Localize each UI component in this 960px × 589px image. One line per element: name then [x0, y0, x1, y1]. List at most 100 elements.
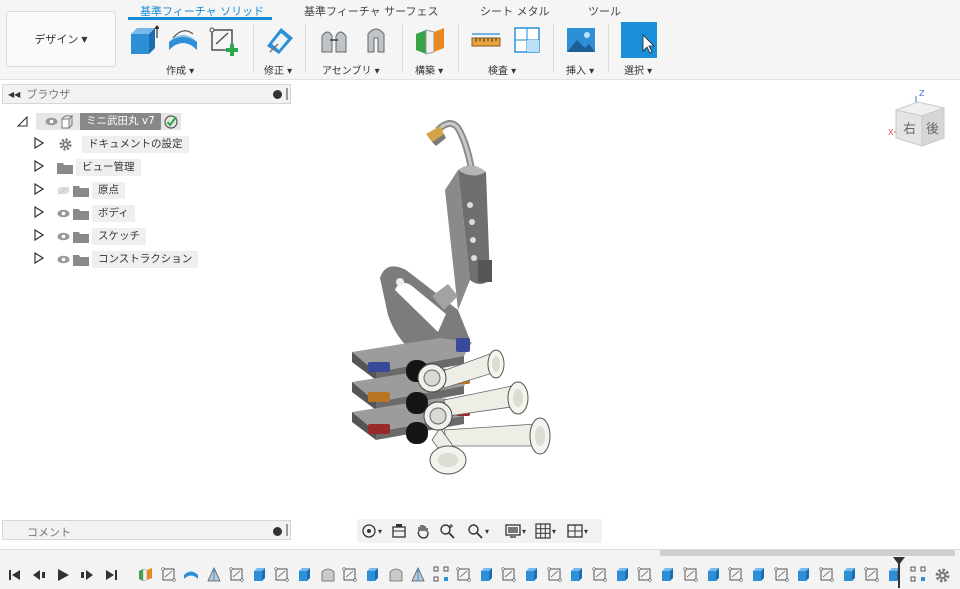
browser-item-document-settings[interactable]: ドキュメントの設定	[34, 136, 189, 153]
viewports-icon[interactable]: ▾	[567, 523, 588, 539]
timeline-feature-sketch-icon[interactable]	[274, 566, 290, 582]
viewcube-face-right[interactable]: 右	[903, 118, 916, 137]
browser-item-origin[interactable]: 原点	[34, 182, 125, 199]
timeline-feature-sketch-icon[interactable]	[456, 566, 472, 582]
go-to-end-icon[interactable]	[104, 568, 118, 582]
tab-tools[interactable]: ツール	[588, 3, 621, 19]
timeline-feature-sketch-icon[interactable]	[546, 566, 563, 582]
timeline-feature-revolve-icon[interactable]	[183, 566, 199, 582]
group-select[interactable]: 選択 ▾	[624, 62, 652, 77]
timeline-feature-extrude-icon[interactable]	[365, 566, 381, 582]
create-sketch-icon[interactable]	[208, 24, 240, 56]
add-comment-icon[interactable]	[273, 527, 282, 536]
expand-triangle-icon[interactable]	[34, 228, 46, 244]
tab-surface[interactable]: 基準フィーチャ サーフェス	[304, 3, 439, 19]
timeline-feature-sketch-icon[interactable]	[637, 566, 653, 582]
timeline-feature-pattern-icon[interactable]	[433, 566, 449, 582]
eye-icon[interactable]	[56, 205, 70, 222]
press-pull-icon[interactable]	[264, 24, 296, 56]
fit-icon[interactable]: ▾	[467, 523, 489, 539]
browser-panel-header[interactable]: ◀◀ ブラウザ	[2, 84, 291, 104]
timeline-feature-extrude-icon[interactable]	[796, 566, 812, 582]
insert-image-icon[interactable]	[565, 24, 597, 56]
timeline-feature-sketch-icon[interactable]	[773, 566, 790, 582]
select-arrow-icon[interactable]	[621, 22, 657, 58]
expand-triangle-icon[interactable]	[17, 116, 29, 127]
timeline-feature-sketch-icon[interactable]	[592, 566, 608, 582]
timeline-marker[interactable]	[898, 558, 900, 588]
timeline-feature-extrude-icon[interactable]	[297, 566, 313, 582]
collapse-panel-icon[interactable]: ◀◀	[8, 90, 20, 99]
go-to-start-icon[interactable]	[8, 568, 22, 582]
expand-triangle-icon[interactable]	[34, 136, 46, 152]
3d-model-viewport[interactable]	[340, 110, 570, 485]
step-forward-icon[interactable]	[80, 568, 94, 582]
zoom-icon[interactable]	[439, 523, 455, 539]
timeline-feature-loft-icon[interactable]	[320, 566, 336, 582]
timeline-feature-extrude-icon[interactable]	[524, 566, 540, 582]
timeline-settings-gear-icon[interactable]	[934, 567, 951, 584]
timeline-feature-extrude-icon[interactable]	[479, 566, 495, 582]
extrude-icon[interactable]	[127, 24, 159, 56]
joint-icon[interactable]	[318, 24, 350, 56]
timeline-feature-extrude-icon[interactable]	[569, 566, 585, 582]
timeline-scrollbar[interactable]	[660, 550, 955, 556]
panel-grip-icon[interactable]	[286, 88, 288, 100]
timeline-feature-pattern-icon[interactable]	[910, 566, 926, 582]
panel-options-icon[interactable]	[273, 90, 282, 99]
browser-root-row[interactable]: ミニ武田丸 v7	[17, 113, 181, 130]
timeline-feature-plane-icon[interactable]	[138, 566, 154, 582]
timeline-feature-sketch-icon[interactable]	[161, 566, 177, 582]
check-active-icon[interactable]	[160, 113, 181, 130]
as-built-joint-icon[interactable]	[360, 24, 392, 56]
timeline-feature-extrude-icon[interactable]	[706, 566, 722, 582]
timeline-feature-extrude-icon[interactable]	[615, 566, 631, 582]
eye-icon[interactable]	[56, 251, 70, 268]
browser-item-construction[interactable]: コンストラクション	[34, 251, 199, 268]
timeline-feature-extrude-icon[interactable]	[252, 566, 268, 582]
timeline-feature-draft-icon[interactable]	[410, 566, 426, 582]
comments-panel[interactable]: コメント	[2, 520, 291, 540]
timeline-feature-sketch-icon[interactable]	[342, 566, 358, 582]
eye-icon[interactable]	[44, 113, 58, 130]
play-icon[interactable]	[56, 568, 70, 582]
step-back-icon[interactable]	[32, 568, 46, 582]
timeline-feature-extrude-icon[interactable]	[660, 566, 676, 582]
timeline-feature-sketch-icon[interactable]	[728, 566, 744, 582]
timeline-feature-extrude-icon[interactable]	[751, 566, 767, 582]
group-assemble[interactable]: アセンブリ ▾	[322, 62, 380, 77]
tab-sheet-metal[interactable]: シート メタル	[480, 3, 550, 19]
display-settings-icon[interactable]: ▾	[505, 523, 526, 539]
grid-settings-icon[interactable]: ▾	[535, 523, 556, 539]
browser-item-sketches[interactable]: スケッチ	[34, 228, 146, 245]
eye-hidden-icon[interactable]	[56, 182, 70, 199]
timeline-feature-loft-icon[interactable]	[388, 566, 404, 582]
expand-triangle-icon[interactable]	[34, 251, 46, 267]
timeline-feature-draft-icon[interactable]	[206, 566, 222, 582]
timeline-feature-sketch-icon[interactable]	[683, 566, 699, 582]
timeline-feature-extrude-icon[interactable]	[887, 566, 903, 582]
expand-triangle-icon[interactable]	[34, 182, 46, 198]
group-create[interactable]: 作成 ▾	[166, 62, 194, 77]
panel-grip-icon[interactable]	[286, 524, 288, 536]
viewcube-face-back[interactable]: 後	[926, 118, 939, 137]
measure-icon[interactable]	[470, 24, 502, 56]
revolve-icon[interactable]	[167, 24, 199, 56]
group-insert[interactable]: 挿入 ▾	[566, 62, 594, 77]
timeline-feature-sketch-icon[interactable]	[501, 566, 517, 582]
timeline-feature-sketch-icon[interactable]	[229, 566, 245, 582]
group-modify[interactable]: 修正 ▾	[264, 62, 292, 77]
orbit-icon[interactable]: ▾	[361, 523, 382, 539]
offset-plane-icon[interactable]	[414, 24, 446, 56]
timeline-feature-sketch-icon[interactable]	[864, 566, 880, 582]
expand-triangle-icon[interactable]	[34, 205, 46, 221]
timeline-feature-sketch-icon[interactable]	[819, 566, 835, 582]
eye-icon[interactable]	[56, 228, 70, 245]
viewcube[interactable]: 右 後 Z X	[886, 88, 952, 152]
group-inspect[interactable]: 検査 ▾	[488, 62, 516, 77]
pan-hand-icon[interactable]	[415, 523, 431, 539]
workspace-switcher[interactable]: デザイン ▼	[6, 11, 116, 67]
group-construct[interactable]: 構築 ▾	[415, 62, 443, 77]
expand-triangle-icon[interactable]	[34, 159, 46, 175]
look-at-icon[interactable]	[391, 523, 407, 539]
